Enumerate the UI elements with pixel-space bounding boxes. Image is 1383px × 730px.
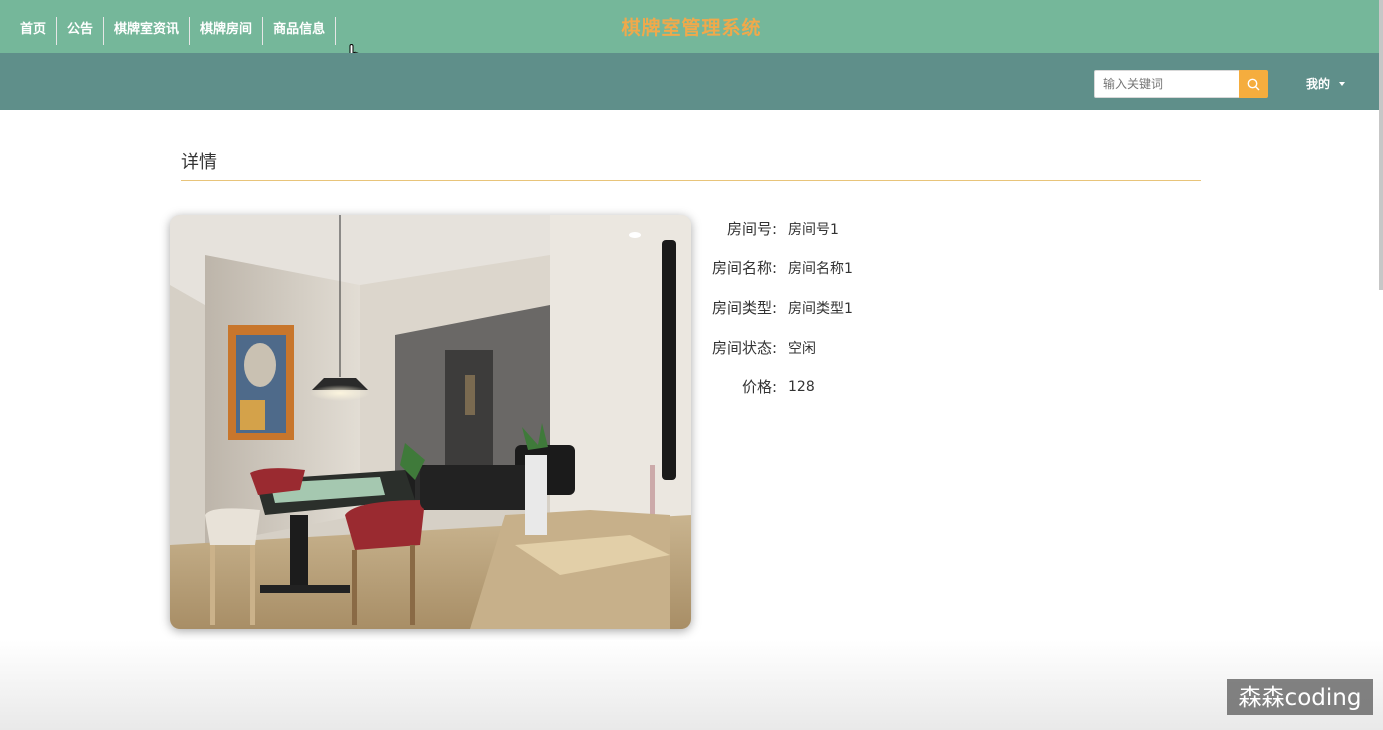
detail-label: 房间状态:: [711, 339, 777, 357]
detail-value: 房间号1: [788, 221, 839, 238]
detail-row-room-number: 房间号: 房间号1: [700, 218, 839, 239]
nav-item-rooms[interactable]: 棋牌房间: [190, 17, 264, 45]
detail-label: 房间号:: [726, 220, 777, 238]
footer-fade: [0, 640, 1383, 730]
detail-value: 128: [788, 378, 815, 395]
user-menu-label: 我的: [1306, 77, 1331, 91]
scrollbar[interactable]: [1379, 0, 1383, 290]
detail-row-room-type: 房间类型: 房间类型1: [700, 297, 853, 318]
detail-row-price: 价格: 128: [700, 376, 815, 397]
detail-value: 空闲: [788, 340, 816, 357]
divider: [181, 180, 1201, 181]
nav-item-products[interactable]: 商品信息: [263, 17, 337, 45]
detail-row-room-status: 房间状态: 空闲: [700, 337, 816, 358]
detail-label: 房间类型:: [711, 299, 777, 317]
search-button[interactable]: [1239, 70, 1268, 98]
user-menu[interactable]: 我的: [1306, 75, 1346, 92]
nav-item-notice[interactable]: 公告: [57, 17, 105, 45]
app-title: 棋牌室管理系统: [621, 17, 762, 39]
detail-value: 房间类型1: [788, 300, 853, 317]
search-icon: [1247, 78, 1260, 90]
nav-item-home[interactable]: 首页: [10, 17, 58, 45]
nav-menu: 首页 公告 棋牌室资讯 棋牌房间 商品信息: [10, 17, 337, 45]
detail-row-room-name: 房间名称: 房间名称1: [700, 257, 853, 278]
detail-value: 房间名称1: [788, 260, 853, 277]
watermark: 森森coding: [1227, 679, 1373, 715]
page-title: 详情: [181, 152, 217, 173]
search-input[interactable]: [1094, 70, 1240, 98]
chevron-down-icon: [1339, 81, 1346, 86]
detail-label: 房间名称:: [711, 259, 777, 277]
nav-item-news[interactable]: 棋牌室资讯: [104, 17, 191, 45]
room-photo: [170, 215, 691, 629]
detail-label: 价格:: [741, 378, 777, 396]
